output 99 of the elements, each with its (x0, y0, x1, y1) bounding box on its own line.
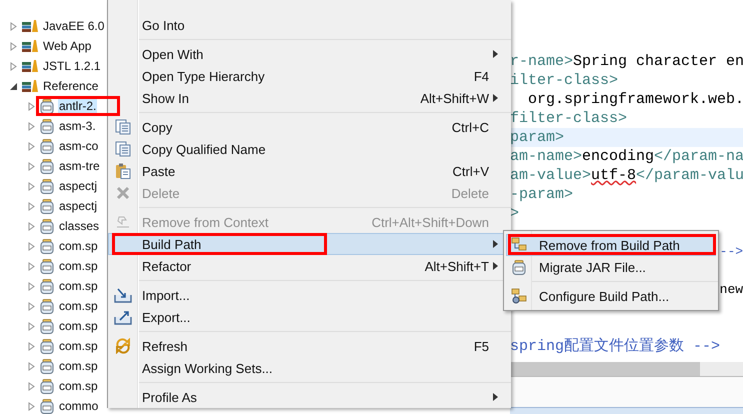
expand-arrow-icon[interactable] (27, 122, 36, 130)
menu-item[interactable]: Remove from Build Path (506, 234, 716, 256)
submenu-arrow-icon (493, 262, 498, 270)
menu-item[interactable]: Go Into (108, 14, 511, 36)
tree-item[interactable]: com.sp (58, 339, 99, 353)
menu-item[interactable]: Assign Working Sets... (108, 357, 511, 379)
jar-icon (40, 178, 54, 194)
jar-icon (40, 278, 54, 294)
jar-icon (40, 318, 54, 334)
books-icon (22, 19, 38, 33)
export-icon (114, 309, 132, 325)
menu-item[interactable]: Show In Alt+Shift+W (108, 87, 511, 109)
menu-item[interactable]: Profile As (108, 386, 511, 408)
jar-icon (40, 358, 54, 374)
build-path-icon (510, 237, 526, 253)
expand-arrow-icon[interactable] (9, 42, 18, 50)
refresh-icon (115, 338, 131, 354)
tree-item[interactable]: com.sp (58, 379, 99, 393)
jar-icon (40, 218, 54, 234)
code-line: r-name>Spring character en (510, 52, 743, 71)
expand-arrow-icon[interactable] (27, 242, 36, 250)
expand-arrow-icon[interactable] (27, 262, 36, 270)
configure-build-path-icon (510, 288, 526, 304)
submenu-arrow-icon (493, 50, 498, 58)
menu-item[interactable]: Open With (108, 43, 511, 65)
context-icon (115, 215, 131, 229)
scrollbar[interactable] (510, 362, 743, 376)
books-icon (22, 39, 38, 53)
code-line: ilter-class> (510, 71, 618, 90)
expand-arrow-icon[interactable] (27, 302, 36, 310)
code-line: new (720, 281, 743, 299)
jar-icon (40, 158, 54, 174)
tree-item[interactable]: com.sp (58, 319, 99, 333)
jar-icon (40, 378, 54, 394)
menu-item[interactable]: Copy Ctrl+C (108, 116, 511, 138)
tree-item[interactable]: asm-tre (58, 159, 101, 173)
expand-arrow-icon[interactable] (27, 142, 36, 150)
tree-item[interactable]: antlr-2. (58, 99, 98, 113)
tree-item[interactable]: aspectj (58, 199, 98, 213)
jar-icon (40, 198, 54, 214)
menu-item[interactable]: Paste Ctrl+V (108, 160, 511, 182)
tree-item[interactable]: com.sp (58, 279, 99, 293)
expand-arrow-icon[interactable] (27, 402, 36, 410)
tree-item[interactable]: Web App (42, 39, 92, 53)
expand-arrow-icon[interactable] (27, 162, 36, 170)
tree-item[interactable]: classes (58, 219, 100, 233)
jar-icon (40, 138, 54, 154)
expand-arrow-icon[interactable] (27, 362, 36, 370)
jar-icon (512, 260, 526, 274)
expand-arrow-icon[interactable] (27, 382, 36, 390)
submenu-arrow-icon (493, 94, 498, 102)
tree-item[interactable]: com.sp (58, 359, 99, 373)
menu-item[interactable]: Open Type Hierarchy F4 (108, 65, 511, 87)
expand-arrow-icon[interactable] (27, 342, 36, 350)
expand-arrow-icon[interactable] (27, 182, 36, 190)
jar-icon (40, 238, 54, 254)
jar-icon (40, 258, 54, 274)
tree-item[interactable]: aspectj (58, 179, 98, 193)
jar-icon (40, 298, 54, 314)
code-line: spring配置文件位置参数 --> (510, 337, 720, 356)
jar-icon (40, 338, 54, 354)
books-icon (22, 59, 38, 73)
code-line: --> (720, 243, 743, 261)
submenu-arrow-icon (493, 240, 498, 248)
code-line: org.springframework.web. (527, 90, 743, 109)
expand-arrow-icon[interactable] (27, 322, 36, 330)
tree-item[interactable]: JavaEE 6.0 (42, 19, 106, 33)
code-line: > (510, 204, 520, 223)
tree-item[interactable]: JSTL 1.2.1 (42, 59, 102, 73)
expand-arrow-icon[interactable] (27, 282, 36, 290)
books-icon (22, 79, 38, 93)
tree-item[interactable]: com.sp (58, 299, 99, 313)
tree-item[interactable]: asm-3. (58, 119, 97, 133)
code-line: am-value>utf-8</param-valu (510, 166, 743, 185)
submenu-arrow-icon (493, 393, 498, 401)
collapse-arrow-icon[interactable] (9, 82, 18, 90)
jar-icon (40, 98, 54, 114)
code-line: -param> (510, 185, 574, 204)
import-icon (114, 287, 132, 303)
menu-item[interactable]: Copy Qualified Name (108, 138, 511, 160)
expand-arrow-icon[interactable] (9, 22, 18, 30)
copy-icon (115, 119, 131, 135)
tree-item[interactable]: Reference (42, 79, 100, 93)
tree-item[interactable]: asm-co (58, 139, 100, 153)
expand-arrow-icon[interactable] (9, 62, 18, 70)
jar-icon (40, 118, 54, 134)
tree-item[interactable]: commo (58, 399, 100, 413)
expand-arrow-icon[interactable] (27, 102, 36, 110)
tree-item[interactable]: com.sp (58, 259, 99, 273)
paste-icon (115, 163, 131, 179)
copy-name-icon (115, 141, 131, 157)
expand-arrow-icon[interactable] (27, 222, 36, 230)
code-line: param> (510, 128, 564, 147)
delete-icon (116, 186, 130, 200)
tree-item[interactable]: com.sp (58, 239, 99, 253)
menu-item[interactable]: Export... (108, 306, 511, 328)
code-line: filter-class> (510, 109, 628, 128)
menu-item[interactable]: Refresh F5 (108, 335, 511, 357)
expand-arrow-icon[interactable] (27, 202, 36, 210)
